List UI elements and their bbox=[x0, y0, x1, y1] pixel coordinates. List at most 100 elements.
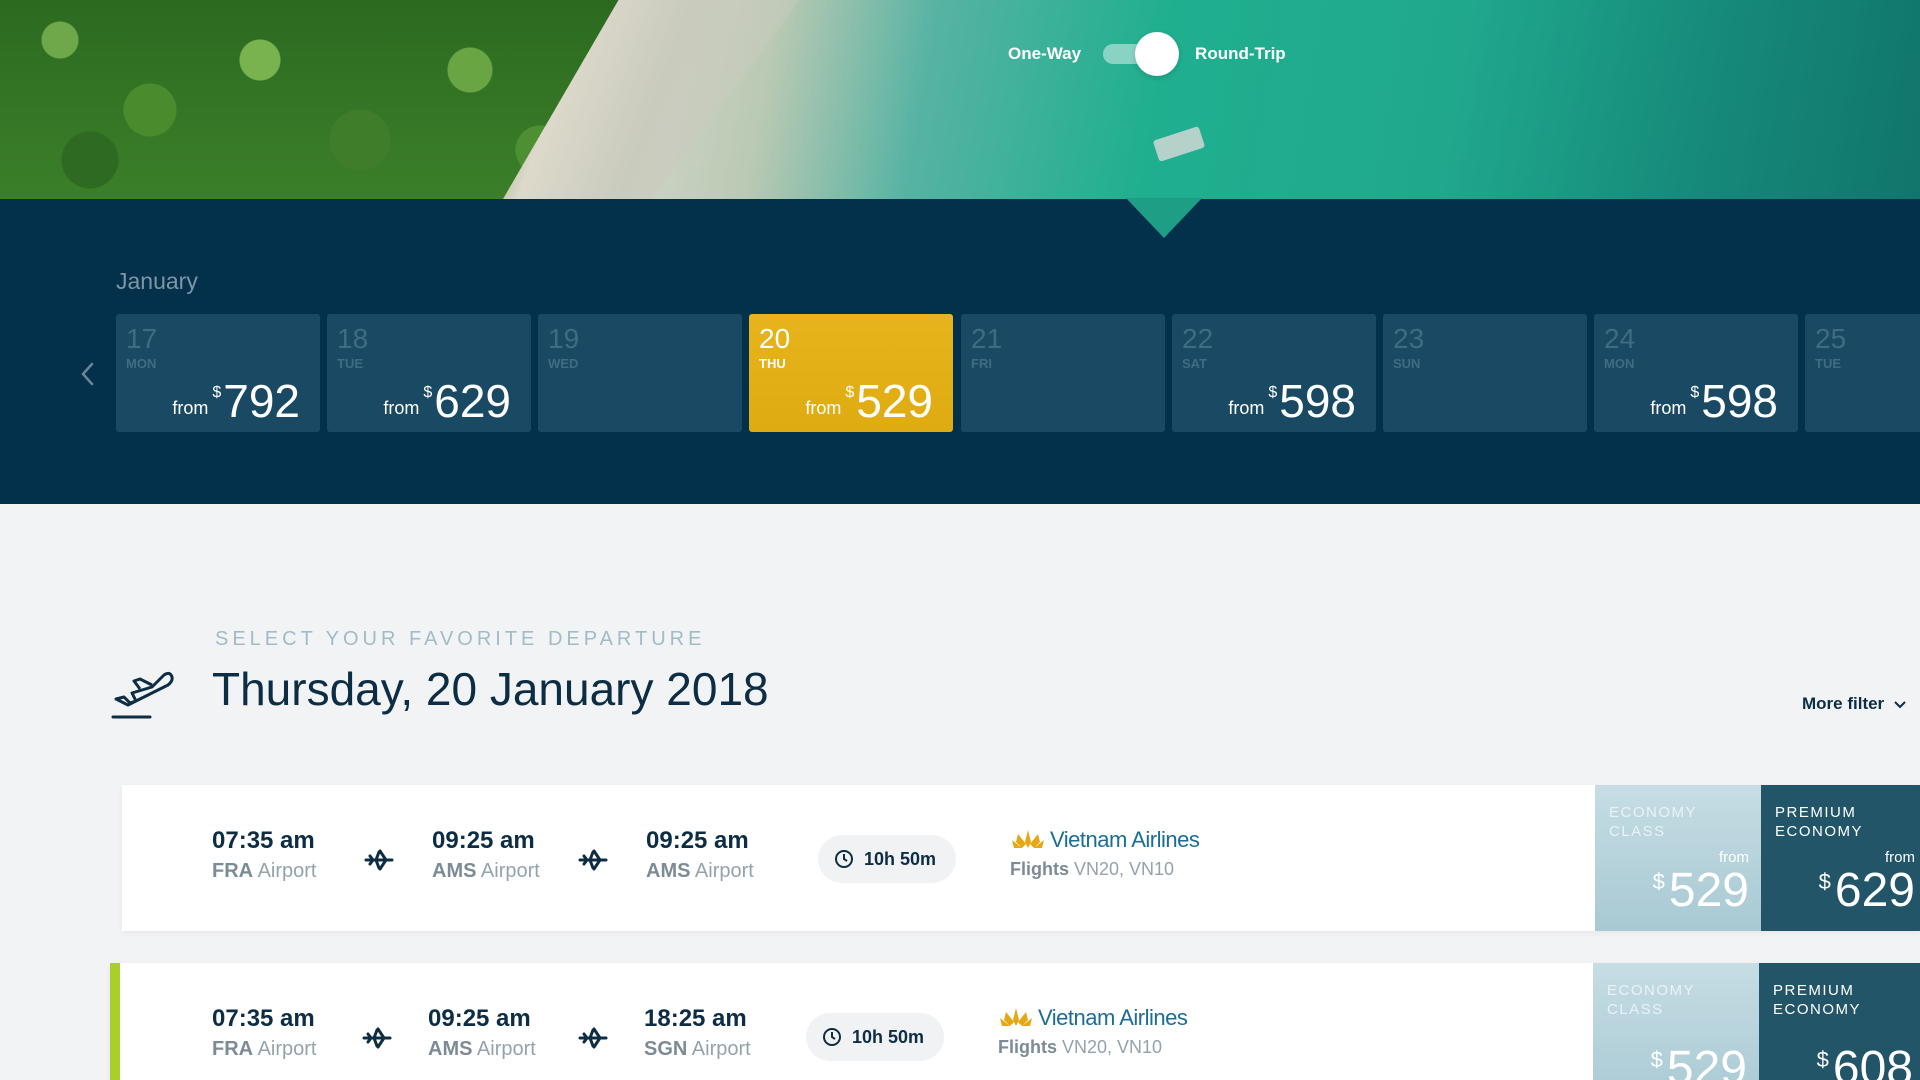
price-currency: $ bbox=[1690, 384, 1700, 401]
hero-boat bbox=[1152, 126, 1206, 162]
day-weekday: TUE bbox=[337, 356, 363, 371]
airport-suffix: Airport bbox=[690, 860, 754, 882]
fare-currency: $ bbox=[1816, 1047, 1829, 1072]
day-card[interactable]: 17 MON from $792 bbox=[116, 314, 320, 432]
flight-leg: 07:35 am FRA Airport bbox=[212, 1005, 316, 1061]
airport-suffix: Airport bbox=[253, 860, 317, 882]
leg-airport: FRA Airport bbox=[212, 860, 316, 883]
leg-airport: AMS Airport bbox=[428, 1038, 536, 1061]
fare-class-line1: PREMIUM bbox=[1773, 982, 1855, 999]
day-weekday: WED bbox=[548, 356, 579, 371]
airport-suffix: Airport bbox=[687, 1038, 751, 1060]
day-weekday: MON bbox=[1604, 356, 1635, 371]
price-amount: 598 bbox=[1701, 375, 1778, 427]
day-weekday: SUN bbox=[1393, 356, 1421, 371]
flight-numbers: Flights VN20, VN10 bbox=[1010, 859, 1199, 880]
flight-card-active[interactable]: 07:35 am FRA Airport 09:25 am AMS Airpor… bbox=[110, 963, 1920, 1080]
fare-class: PREMIUM ECONOMY bbox=[1775, 803, 1863, 841]
economy-fare-button[interactable]: ECONOMY CLASS from $529 bbox=[1595, 785, 1761, 931]
airport-code: AMS bbox=[432, 860, 477, 882]
hero-banner: One-Way Round-Trip bbox=[0, 0, 1920, 199]
premium-fare-button[interactable]: PREMIUM ECONOMY $608 bbox=[1759, 963, 1920, 1080]
date-strip: January 17 MON from $792 18 TUE from $629 … bbox=[0, 198, 1920, 504]
day-list: 17 MON from $792 18 TUE from $629 19 WED 2… bbox=[116, 314, 1920, 432]
day-card[interactable]: 21 FRI bbox=[961, 314, 1165, 432]
flight-leg: 09:25 am AMS Airport bbox=[432, 827, 540, 883]
day-card[interactable]: 18 TUE from $629 bbox=[327, 314, 531, 432]
day-card[interactable]: 24 MON from $598 bbox=[1594, 314, 1798, 432]
day-price: from $598 bbox=[1228, 378, 1356, 424]
airline-logo: Vietnam Airlines bbox=[998, 1005, 1188, 1031]
fare-class-line2: CLASS bbox=[1609, 823, 1666, 840]
round-trip-label[interactable]: Round-Trip bbox=[1195, 44, 1286, 64]
price-amount: 629 bbox=[434, 375, 511, 427]
plane-icon bbox=[578, 1027, 608, 1049]
fare-currency: $ bbox=[1652, 869, 1665, 894]
fare-price: $608 bbox=[1817, 1041, 1913, 1080]
clock-icon bbox=[835, 850, 853, 868]
chevron-down-icon bbox=[1894, 701, 1906, 709]
airport-code: FRA bbox=[212, 1038, 254, 1060]
fare-class-line2: ECONOMY bbox=[1775, 823, 1864, 840]
flight-card[interactable]: 07:35 am FRA Airport 09:25 am AMS Airpor… bbox=[122, 785, 1920, 931]
flights-label: Flights bbox=[998, 1037, 1057, 1057]
price-from: from bbox=[172, 398, 209, 418]
clock-icon bbox=[823, 1028, 841, 1046]
airport-suffix: Airport bbox=[472, 1038, 536, 1060]
duration-text: 10h 50m bbox=[852, 1026, 925, 1047]
leg-time: 07:35 am bbox=[212, 827, 315, 854]
day-number: 23 bbox=[1393, 323, 1425, 354]
one-way-label[interactable]: One-Way bbox=[1008, 44, 1081, 64]
flight-leg: 09:25 am AMS Airport bbox=[428, 1005, 536, 1061]
plane-icon bbox=[364, 849, 394, 871]
leg-time: 09:25 am bbox=[428, 1005, 531, 1032]
plane-icon bbox=[578, 849, 608, 871]
price-from: from bbox=[805, 398, 842, 418]
fare-amount: 629 bbox=[1834, 864, 1915, 917]
day-number: 24 bbox=[1604, 323, 1636, 354]
hero-pointer bbox=[1126, 198, 1202, 238]
price-from: from bbox=[1650, 398, 1687, 418]
flight-leg: 18:25 am SGN Airport bbox=[644, 1005, 751, 1061]
page-title: Thursday, 20 January 2018 bbox=[212, 663, 769, 715]
day-number: 21 bbox=[971, 323, 1003, 354]
day-number: 22 bbox=[1182, 323, 1214, 354]
day-card-selected[interactable]: 20 THU from $529 bbox=[749, 314, 953, 432]
fare-amount: 529 bbox=[1666, 1042, 1747, 1080]
day-card[interactable]: 19 WED bbox=[538, 314, 742, 432]
leg-airport: FRA Airport bbox=[212, 1038, 316, 1061]
day-price: from $629 bbox=[383, 378, 511, 424]
price-from: from bbox=[1228, 398, 1265, 418]
leg-time: 09:25 am bbox=[432, 827, 535, 854]
airport-code: FRA bbox=[212, 860, 254, 882]
fare-class-line2: ECONOMY bbox=[1773, 1001, 1862, 1018]
airline-name: Vietnam Airlines bbox=[1038, 1005, 1188, 1030]
day-card[interactable]: 25 TUE bbox=[1805, 314, 1920, 432]
trip-type-switch[interactable] bbox=[1103, 32, 1180, 76]
price-amount: 598 bbox=[1279, 375, 1356, 427]
day-number: 18 bbox=[337, 323, 369, 354]
day-weekday: FRI bbox=[971, 356, 992, 371]
flight-leg: 07:35 am FRA Airport bbox=[212, 827, 316, 883]
day-number: 19 bbox=[548, 323, 580, 354]
chevron-left-icon bbox=[81, 362, 94, 386]
price-currency: $ bbox=[212, 384, 222, 401]
premium-fare-button[interactable]: PREMIUM ECONOMY from $629 bbox=[1761, 785, 1920, 931]
airport-suffix: Airport bbox=[476, 860, 540, 882]
flight-codes: VN20, VN10 bbox=[1069, 859, 1175, 879]
month-label: January bbox=[116, 268, 198, 294]
day-card[interactable]: 23 SUN bbox=[1383, 314, 1587, 432]
fare-price: $629 bbox=[1819, 863, 1915, 919]
economy-fare-button[interactable]: ECONOMY CLASS $529 bbox=[1593, 963, 1759, 1080]
more-filter-button[interactable]: More filter bbox=[1802, 694, 1920, 714]
trip-type-toggle: One-Way Round-Trip bbox=[1008, 32, 1286, 76]
prev-dates-button[interactable] bbox=[78, 359, 102, 389]
fare-class-line1: PREMIUM bbox=[1775, 804, 1857, 821]
airport-code: AMS bbox=[428, 1038, 473, 1060]
flight-numbers: Flights VN20, VN10 bbox=[998, 1037, 1187, 1058]
flights-label: Flights bbox=[1010, 859, 1069, 879]
day-card[interactable]: 22 SAT from $598 bbox=[1172, 314, 1376, 432]
plane-icon bbox=[362, 1027, 392, 1049]
airport-code: AMS bbox=[646, 860, 691, 882]
switch-knob[interactable] bbox=[1135, 32, 1180, 76]
